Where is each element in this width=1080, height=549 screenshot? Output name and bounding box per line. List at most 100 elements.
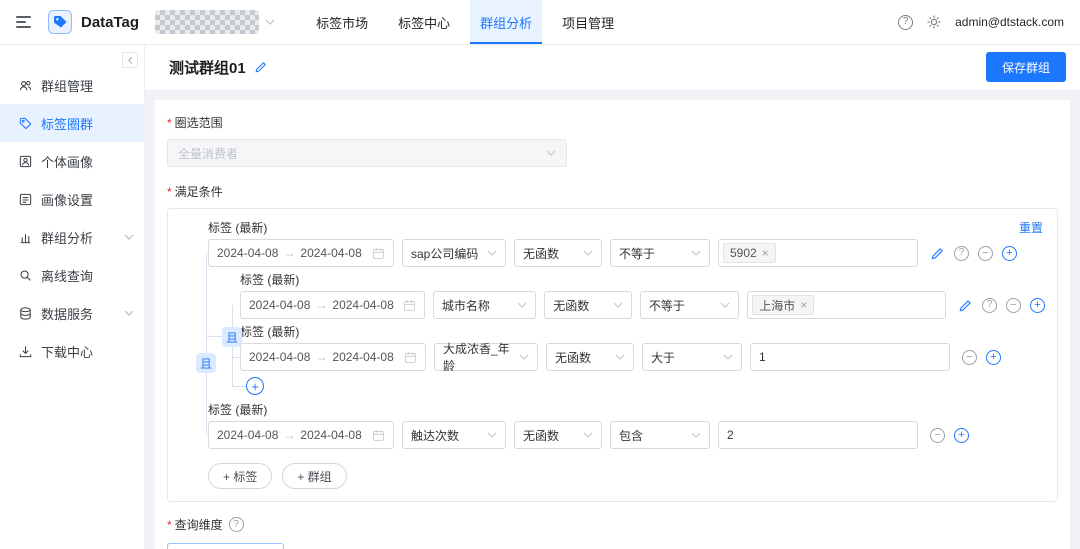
operator-select[interactable]: 不等于 — [610, 239, 710, 267]
download-center-icon — [18, 344, 33, 359]
edit-condition-icon[interactable] — [958, 298, 973, 313]
chevron-down-icon — [613, 302, 623, 308]
connector-line — [232, 386, 246, 387]
connector-line — [232, 357, 240, 358]
scope-label: * 圈选范围 — [167, 116, 223, 130]
sidebar-collapse-icon[interactable] — [122, 52, 138, 68]
help-icon[interactable]: ? — [228, 517, 244, 532]
operator-select[interactable]: 大于 — [642, 343, 742, 371]
date-to: 2024-04-08 — [332, 350, 394, 364]
remove-condition-icon[interactable]: − — [962, 349, 977, 365]
condition-row: 标签 (最新) 2024-04-08 → 2024-04-08 大成浓香_年龄 … — [240, 325, 1045, 373]
function-select[interactable]: 无函数 — [544, 291, 632, 319]
edit-title-icon[interactable] — [254, 60, 268, 74]
nav-tag-center[interactable]: 标签中心 — [388, 0, 460, 44]
value-input[interactable] — [718, 421, 918, 449]
value-input[interactable]: 5902 × — [718, 239, 918, 267]
user-account[interactable]: admin@dtstack.com — [955, 15, 1064, 29]
conditions-label: * 满足条件 — [167, 185, 223, 199]
value-input[interactable] — [750, 343, 950, 371]
select-value: 触达次数 — [411, 428, 460, 443]
sidebar-item-data-service[interactable]: 数据服务 — [0, 294, 144, 332]
calendar-icon — [404, 351, 417, 364]
function-select[interactable]: 无函数 — [514, 239, 602, 267]
operator-select[interactable]: 不等于 — [639, 291, 740, 319]
date-range-picker[interactable]: 2024-04-08 → 2024-04-08 — [208, 421, 394, 449]
add-tag-button[interactable]: + 标签 — [208, 463, 273, 489]
gear-icon[interactable] — [926, 14, 942, 30]
value-input[interactable]: 上海市 × — [747, 291, 946, 319]
help-icon[interactable]: ? — [982, 297, 997, 313]
sidebar-item-download-center[interactable]: 下载中心 — [0, 332, 144, 370]
add-condition-icon[interactable]: + — [986, 349, 1001, 365]
tag-field-select[interactable]: 触达次数 — [402, 421, 506, 449]
add-group-button[interactable]: + 群组 — [282, 463, 347, 489]
edit-condition-icon[interactable] — [930, 246, 945, 261]
date-range-picker[interactable]: 2024-04-08 → 2024-04-08 — [240, 291, 425, 319]
operator-select[interactable]: 包含 — [610, 421, 710, 449]
save-group-button[interactable]: 保存群组 — [985, 52, 1066, 82]
chevron-down-icon — [615, 354, 625, 360]
chevron-down-icon — [517, 302, 527, 308]
sidebar-item-individual-portrait[interactable]: 个体画像 — [0, 142, 144, 180]
function-select[interactable]: 无函数 — [546, 343, 634, 371]
main-area: 测试群组01 保存群组 * 圈选范围 全量消费者 * 满足条件 重置 且 且 标… — [145, 44, 1080, 549]
nav-project-manage[interactable]: 项目管理 — [552, 0, 624, 44]
select-value: 不等于 — [619, 246, 656, 261]
query-dimension-label: * 查询维度 ? — [167, 516, 1058, 533]
chevron-down-icon — [583, 250, 593, 256]
function-select[interactable]: 无函数 — [514, 421, 602, 449]
sidebar-item-label: 群组管理 — [41, 78, 94, 94]
sidebar-item-group-analysis[interactable]: 群组分析 — [0, 218, 144, 256]
tag-close-icon[interactable]: × — [762, 247, 769, 259]
chevron-down-icon — [720, 302, 730, 308]
chevron-down-icon — [519, 354, 529, 360]
date-range-picker[interactable]: 2024-04-08 → 2024-04-08 — [240, 343, 426, 371]
add-condition-to-group-icon[interactable]: + — [246, 377, 264, 395]
nav-group-analysis[interactable]: 群组分析 — [470, 0, 543, 44]
chevron-down-icon — [691, 250, 701, 256]
add-condition-icon[interactable]: + — [1030, 297, 1045, 313]
nav-tag-market[interactable]: 标签市场 — [306, 0, 378, 44]
menu-toggle-icon[interactable] — [16, 16, 31, 28]
sidebar-item-offline-query[interactable]: 离线查询 — [0, 256, 144, 294]
page-header: 测试群组01 保存群组 — [145, 44, 1080, 90]
sidebar-item-portrait-settings[interactable]: 画像设置 — [0, 180, 144, 218]
select-query-tags-button[interactable]: 选择查询标签 — [167, 543, 285, 549]
remove-condition-icon[interactable]: − — [978, 245, 993, 261]
chevron-down-icon — [487, 250, 497, 256]
condition-row: 标签 (最新) 2024-04-08 → 2024-04-08 触达次数 无函数… — [208, 403, 1045, 449]
date-arrow-icon: → — [315, 298, 328, 312]
condition-row: 标签 (最新) 2024-04-08 → 2024-04-08 sap公司编码 … — [208, 221, 1045, 267]
scope-select[interactable]: 全量消费者 — [167, 139, 567, 167]
tag-field-select[interactable]: 大成浓香_年龄 — [434, 342, 538, 373]
value-tag-chip: 5902 × — [723, 243, 776, 263]
help-icon[interactable]: ? — [898, 14, 914, 30]
add-condition-icon[interactable]: + — [954, 427, 969, 443]
sidebar-item-group-manage[interactable]: 群组管理 — [0, 66, 144, 104]
sidebar-item-tag-cluster[interactable]: 标签圈群 — [0, 104, 144, 142]
sidebar-item-label: 个体画像 — [41, 154, 94, 170]
project-select[interactable] — [155, 10, 275, 34]
select-value: 无函数 — [555, 350, 592, 365]
and-connector-badge[interactable]: 且 — [222, 327, 242, 347]
sidebar-item-label: 数据服务 — [41, 306, 94, 322]
condition-builder: 重置 且 且 标签 (最新) 2024-04-08 → 2024-04-08 s… — [167, 208, 1058, 502]
sidebar-item-label: 标签圈群 — [41, 116, 94, 132]
group-analysis-icon — [18, 230, 33, 245]
date-range-picker[interactable]: 2024-04-08 → 2024-04-08 — [208, 239, 394, 267]
condition-type-label: 标签 (最新) — [208, 403, 268, 417]
help-icon[interactable]: ? — [954, 245, 969, 261]
tag-field-select[interactable]: 城市名称 — [432, 291, 537, 319]
date-to: 2024-04-08 — [300, 246, 362, 260]
tag-close-icon[interactable]: × — [800, 299, 807, 311]
and-connector-badge[interactable]: 且 — [196, 353, 216, 373]
reset-link[interactable]: 重置 — [1019, 219, 1043, 236]
add-condition-icon[interactable]: + — [1002, 245, 1017, 261]
brand-name: DataTag — [81, 13, 140, 31]
sidebar-item-label: 离线查询 — [41, 268, 94, 284]
remove-condition-icon[interactable]: − — [930, 427, 945, 443]
tag-field-select[interactable]: sap公司编码 — [402, 239, 506, 267]
required-asterisk: * — [167, 518, 172, 532]
remove-condition-icon[interactable]: − — [1006, 297, 1021, 313]
